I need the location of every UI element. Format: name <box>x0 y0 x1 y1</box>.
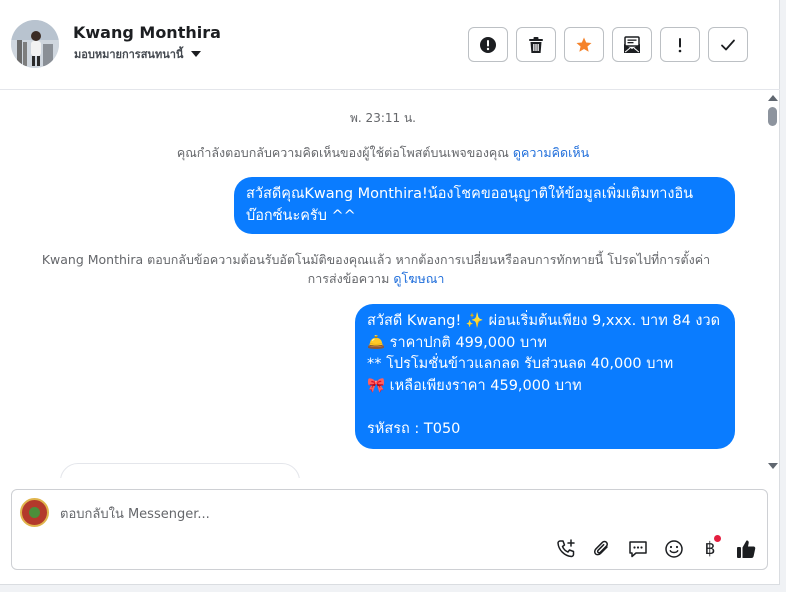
message-line: สวัสดีคุณKwang Monthira!น้องโชคขออนุญาติ… <box>246 186 694 202</box>
check-icon <box>721 39 735 50</box>
mark-unread-button[interactable] <box>612 27 652 62</box>
message-stream[interactable]: พ. 23:11 น. คุณกำลังตอบกลับความคิดเห็นขอ… <box>0 91 766 478</box>
message-line: 🎀 เหลือเพียงราคา 459,000 บาท <box>367 377 582 394</box>
follow-up-button[interactable] <box>660 27 700 62</box>
message-line: 🛎️ ราคาปกติ 499,000 บาท <box>367 334 547 351</box>
conversation-panel: Kwang Monthira มอบหมายการสนทนานี้ พ. 23:… <box>0 0 780 585</box>
payment-button[interactable]: ฿ <box>698 535 722 561</box>
alert-circle-icon <box>480 36 496 53</box>
system-notice-line: การส่งข้อความ <box>307 271 390 286</box>
notification-dot <box>714 535 721 542</box>
system-notice-comment-reply: คุณกำลังตอบกลับความคิดเห็นของผู้ใช้ต่อโพ… <box>0 143 766 162</box>
view-ad-link[interactable]: ดูโฆษณา <box>393 271 444 286</box>
reply-composer: ฿ <box>11 489 768 570</box>
chat-bubble-icon <box>629 541 647 558</box>
conversation-header: Kwang Monthira มอบหมายการสนทนานี้ <box>0 0 780 90</box>
system-notice-auto-reply: Kwang Monthira ตอบกลับข้อความต้อนรับอัตโ… <box>20 250 732 288</box>
message-line: บ๊อกซ์นะครับ ^^ <box>246 207 356 224</box>
like-button[interactable] <box>734 537 758 561</box>
page-avatar <box>20 498 49 527</box>
assign-conversation-dropdown[interactable]: มอบหมายการสนทนานี้ <box>74 45 202 63</box>
star-icon <box>576 37 592 52</box>
message-scrollbar[interactable] <box>766 93 780 473</box>
outgoing-message-bubble[interactable]: สวัสดี Kwang! ✨ ผ่อนเริ่มต้นเพียง 9,xxx.… <box>355 304 735 449</box>
emoji-button[interactable] <box>662 537 686 561</box>
contact-name[interactable]: Kwang Monthira <box>73 23 221 42</box>
saved-replies-button[interactable] <box>626 537 650 561</box>
exclamation-icon <box>678 37 682 52</box>
system-notice-text: คุณกำลังตอบกลับความคิดเห็นของผู้ใช้ต่อโพ… <box>176 145 509 160</box>
star-button[interactable] <box>564 27 604 62</box>
scrollbar-thumb[interactable] <box>768 107 777 126</box>
assign-label: มอบหมายการสนทนานี้ <box>74 48 184 61</box>
mark-done-button[interactable] <box>708 27 748 62</box>
message-line <box>367 397 723 419</box>
partial-message-card[interactable] <box>60 463 300 478</box>
contact-avatar[interactable] <box>11 20 59 68</box>
composer-tools: ฿ <box>554 535 770 561</box>
scroll-up-arrow-icon[interactable] <box>768 95 778 101</box>
reply-input[interactable] <box>60 504 540 524</box>
attach-button[interactable] <box>590 537 614 561</box>
trash-icon <box>529 36 543 53</box>
call-button[interactable] <box>554 537 578 561</box>
message-timestamp: พ. 23:11 น. <box>350 111 416 125</box>
message-line: รหัสรถ : T050 <box>367 420 461 437</box>
scroll-down-arrow-icon[interactable] <box>768 463 778 469</box>
thumbs-up-icon <box>737 540 756 558</box>
attachment-icon <box>593 540 608 556</box>
message-line: ** โปรโมชั่นข้าวแลกลด รับส่วนลด 40,000 บ… <box>367 356 674 372</box>
delete-button[interactable] <box>516 27 556 62</box>
view-comment-link[interactable]: ดูความคิดเห็น <box>513 145 589 160</box>
mail-icon <box>624 35 640 53</box>
message-line: สวัสดี Kwang! ✨ ผ่อนเริ่มต้นเพียง 9,xxx.… <box>367 313 721 329</box>
caret-down-icon <box>191 51 202 57</box>
phone-add-icon <box>557 539 575 558</box>
system-notice-line: Kwang Monthira ตอบกลับข้อความต้อนรับอัตโ… <box>41 252 711 267</box>
mark-spam-button[interactable] <box>468 27 508 62</box>
header-actions <box>468 27 756 62</box>
baht-icon: ฿ <box>704 539 716 559</box>
outgoing-message-bubble[interactable]: สวัสดีคุณKwang Monthira!น้องโชคขออนุญาติ… <box>234 177 735 234</box>
emoji-icon <box>665 540 683 558</box>
